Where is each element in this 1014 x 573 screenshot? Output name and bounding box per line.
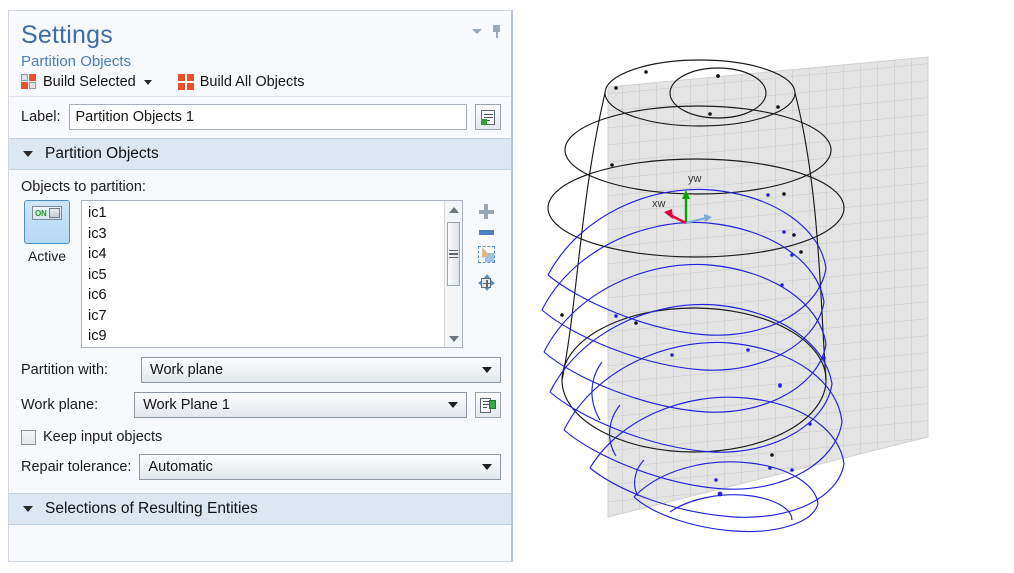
scrollbar-thumb[interactable] xyxy=(447,222,460,286)
graphics-window[interactable]: yw xw xyxy=(520,0,1014,573)
panel-header-controls xyxy=(472,25,502,38)
build-all-objects-button[interactable]: Build All Objects xyxy=(177,74,305,90)
build-selected-button[interactable]: Build Selected xyxy=(21,74,152,90)
chevron-down-icon[interactable] xyxy=(482,367,492,373)
toggle-state-label: ON xyxy=(35,208,47,218)
keep-input-objects-checkbox[interactable] xyxy=(21,429,36,445)
chevron-down-icon[interactable] xyxy=(482,464,492,470)
toggle-on-icon: ON xyxy=(32,206,62,220)
partition-with-row: Partition with: Work plane xyxy=(21,357,501,383)
list-tool-buttons xyxy=(471,200,501,291)
remove-from-selection-icon[interactable] xyxy=(478,230,494,235)
section-title-selections-of-resulting-entities: Selections of Resulting Entities xyxy=(45,500,258,517)
list-item[interactable]: ic7 xyxy=(88,306,462,327)
work-plane-select[interactable]: Work Plane 1 xyxy=(134,392,467,418)
triangle-down-icon[interactable] xyxy=(23,151,33,157)
chevron-down-icon[interactable] xyxy=(448,402,458,408)
axis-label-x: xw xyxy=(652,198,666,210)
rename-description-button[interactable] xyxy=(475,104,501,130)
add-to-selection-icon[interactable] xyxy=(478,204,494,219)
go-to-source-button[interactable] xyxy=(475,392,501,418)
paste-selection-icon[interactable] xyxy=(477,245,495,263)
scroll-down-arrow-icon[interactable] xyxy=(445,330,462,347)
label-caption: Label: xyxy=(21,109,61,125)
build-all-objects-icon xyxy=(177,74,194,90)
list-item[interactable]: ic9 xyxy=(88,326,462,347)
list-scrollbar[interactable] xyxy=(444,201,462,347)
list-item[interactable]: ic3 xyxy=(88,224,462,245)
rename-description-icon xyxy=(480,109,496,125)
repair-tolerance-label: Repair tolerance: xyxy=(21,459,132,475)
partition-with-value: Work plane xyxy=(150,362,224,378)
work-plane-value: Work Plane 1 xyxy=(143,397,230,413)
chevron-down-icon[interactable] xyxy=(472,29,482,34)
keep-input-objects-row[interactable]: Keep input objects xyxy=(21,429,501,445)
label-input[interactable]: Partition Objects 1 xyxy=(68,104,467,130)
repair-tolerance-select[interactable]: Automatic xyxy=(139,454,501,480)
active-toggle-column: ON Active xyxy=(21,200,73,264)
caret-down-icon[interactable] xyxy=(143,79,152,85)
list-item[interactable]: ic4 xyxy=(88,244,462,265)
list-item[interactable]: ic5 xyxy=(88,265,462,286)
build-selected-icon xyxy=(21,74,37,90)
list-items: ic1 ic3 ic4 ic5 ic6 ic7 ic9 xyxy=(82,201,462,347)
panel-toolbar: Build Selected Build All Objects xyxy=(9,73,511,96)
toggle-knob xyxy=(48,208,60,218)
work-plane-label: Work plane: xyxy=(21,397,99,413)
work-plane-row: Work plane: Work Plane 1 xyxy=(21,392,501,418)
partition-with-label: Partition with: xyxy=(21,362,109,378)
repair-tolerance-row: Repair tolerance: Automatic xyxy=(21,454,501,480)
active-toggle-button[interactable]: ON xyxy=(24,200,70,244)
panel-subtitle: Partition Objects xyxy=(21,53,132,70)
build-all-objects-label: Build All Objects xyxy=(199,74,305,90)
section-header-partition-objects[interactable]: Partition Objects xyxy=(9,138,511,170)
list-item[interactable]: ic6 xyxy=(88,285,462,306)
label-row: Label: Partition Objects 1 xyxy=(9,96,511,138)
triangle-down-icon[interactable] xyxy=(23,506,33,512)
objects-selection-block: ON Active ic1 ic3 ic4 ic5 ic6 ic7 ic9 xyxy=(21,200,501,348)
go-to-source-icon xyxy=(480,397,496,413)
page-title: Settings xyxy=(21,21,113,49)
pin-icon[interactable] xyxy=(491,25,502,38)
panel-header: Settings Partition Objects xyxy=(9,11,511,73)
scroll-up-arrow-icon[interactable] xyxy=(445,201,462,218)
selection-list-icon[interactable] xyxy=(477,274,495,291)
active-toggle-caption: Active xyxy=(27,248,67,264)
list-item[interactable]: ic1 xyxy=(88,203,462,224)
partition-with-select[interactable]: Work plane xyxy=(141,357,501,383)
section-header-selections-of-resulting-entities[interactable]: Selections of Resulting Entities xyxy=(9,493,511,525)
geometry-3d-view[interactable]: yw xw xyxy=(520,0,1014,573)
keep-input-objects-label: Keep input objects xyxy=(43,429,163,445)
build-selected-label: Build Selected xyxy=(43,74,136,90)
objects-to-partition-list[interactable]: ic1 ic3 ic4 ic5 ic6 ic7 ic9 xyxy=(81,200,463,348)
axis-label-y: yw xyxy=(688,173,702,185)
section-body-partition-objects: Objects to partition: ON Active ic1 ic3 xyxy=(9,179,511,480)
objects-to-partition-label: Objects to partition: xyxy=(21,179,146,195)
settings-panel: Settings Partition Objects Build Selecte… xyxy=(8,10,513,562)
section-title-partition-objects: Partition Objects xyxy=(45,145,159,162)
repair-tolerance-value: Automatic xyxy=(148,459,213,475)
